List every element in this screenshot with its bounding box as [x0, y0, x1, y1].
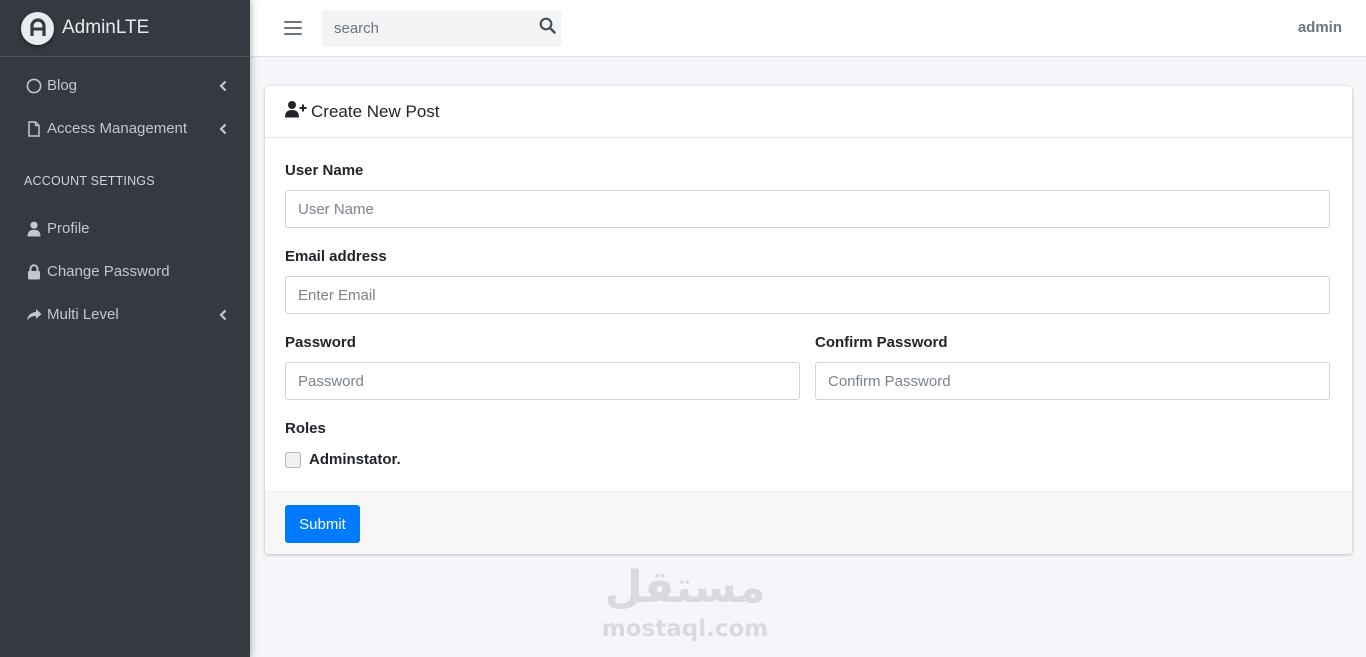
sidebar-item-label: Change Password — [47, 263, 170, 280]
username-label: User Name — [285, 162, 364, 179]
brand-name: AdminLTE — [62, 17, 150, 38]
password-field[interactable] — [285, 362, 800, 400]
card-header: Create New Post — [265, 86, 1352, 138]
chevron-left-icon — [218, 309, 228, 321]
confirm-password-field[interactable] — [815, 362, 1330, 400]
sidebar-item-profile[interactable]: Profile — [0, 207, 250, 250]
chevron-left-icon — [218, 123, 228, 135]
user-plus-icon — [285, 100, 307, 123]
role-checkbox-label: Adminstator. — [309, 451, 401, 468]
search-button[interactable] — [533, 10, 561, 47]
sidebar-item-access-management[interactable]: Access Management — [0, 107, 250, 150]
chevron-left-icon — [218, 80, 228, 92]
sidebar-nav: Blog Access Management ACCOUNT SETTINGS … — [0, 57, 250, 336]
sidebar: AdminLTE Blog Access Management ACCOUNT … — [0, 0, 250, 657]
lock-icon — [25, 263, 42, 280]
sidebar-item-change-password[interactable]: Change Password — [0, 250, 250, 293]
role-checkbox[interactable] — [285, 451, 301, 468]
sidebar-item-label: Access Management — [47, 120, 188, 137]
card-footer: Submit — [265, 491, 1352, 554]
file-icon — [25, 120, 42, 137]
card-title: Create New Post — [311, 101, 440, 121]
card-body: User Name Email address Password Confirm… — [265, 138, 1352, 492]
create-post-card: Create New Post User Name Email address … — [265, 86, 1352, 554]
username-field[interactable] — [285, 190, 1330, 228]
user-menu[interactable]: admin — [1298, 19, 1342, 36]
sidebar-item-multi-level[interactable]: Multi Level — [0, 293, 250, 336]
search-input[interactable] — [322, 9, 533, 47]
search-icon — [539, 17, 556, 39]
role-option-administrator[interactable]: Adminstator. — [285, 451, 401, 468]
watermark-logo: مستقل mostaql.com — [590, 560, 780, 650]
sidebar-item-blog[interactable]: Blog — [0, 64, 250, 107]
menu-toggle-icon[interactable] — [284, 21, 302, 35]
password-label: Password — [285, 334, 356, 351]
user-icon — [25, 220, 42, 237]
search-box — [322, 9, 561, 47]
sidebar-item-label: Profile — [47, 220, 90, 237]
top-navbar: admin — [250, 0, 1366, 57]
watermark-latin: mostaql.com — [601, 616, 769, 642]
watermark-arabic: مستقل — [604, 562, 766, 613]
confirm-password-label: Confirm Password — [815, 334, 948, 351]
circle-icon — [25, 77, 42, 94]
email-field[interactable] — [285, 276, 1330, 314]
share-icon — [25, 306, 42, 323]
roles-label: Roles — [285, 420, 326, 437]
brand-link[interactable]: AdminLTE — [0, 0, 250, 57]
brand-logo-icon — [21, 11, 54, 45]
submit-button[interactable]: Submit — [285, 505, 360, 543]
email-label: Email address — [285, 248, 387, 265]
sidebar-item-label: Multi Level — [47, 306, 119, 323]
sidebar-section-header: ACCOUNT SETTINGS — [24, 173, 155, 188]
sidebar-item-label: Blog — [47, 77, 78, 94]
